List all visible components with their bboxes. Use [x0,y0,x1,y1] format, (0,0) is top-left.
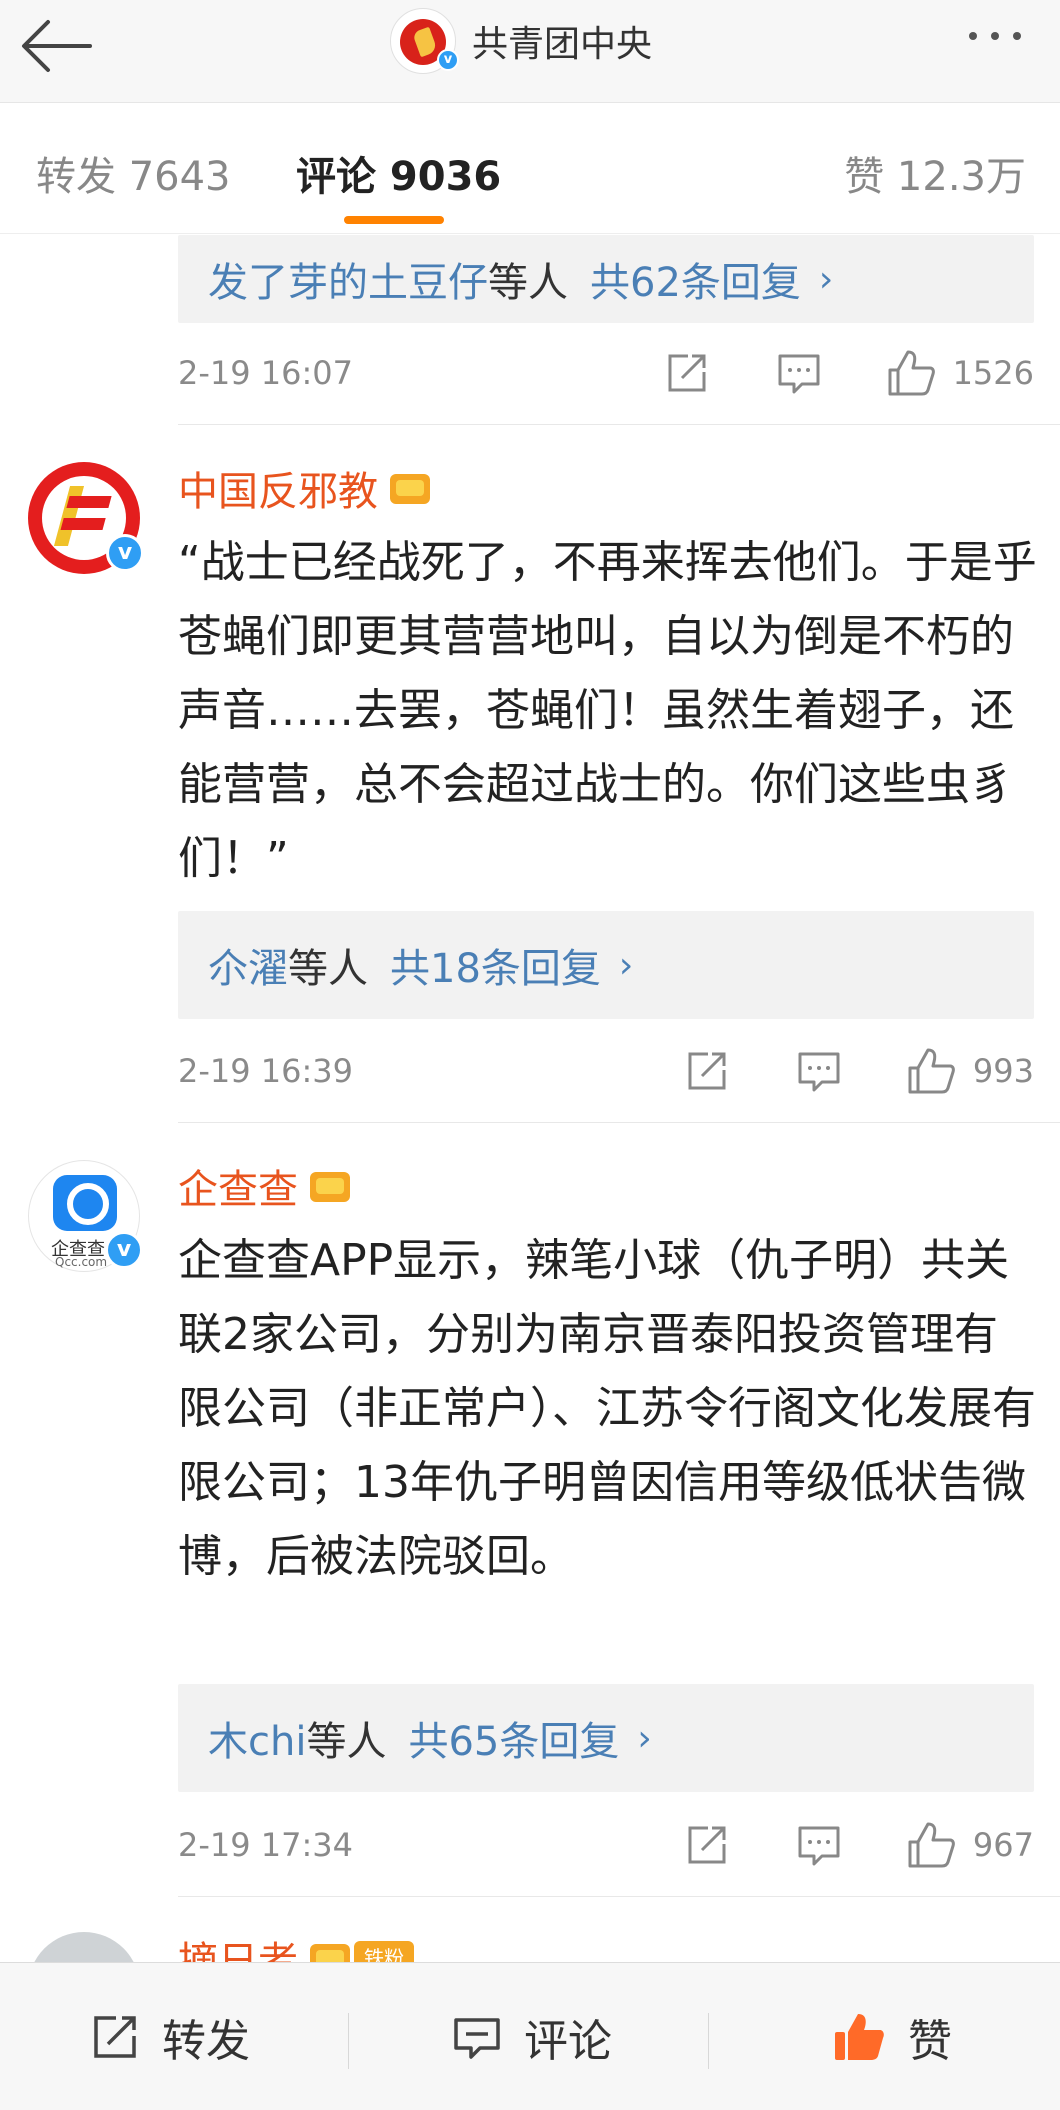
comment-username[interactable]: 中国反邪教 [178,460,432,516]
reply-summary[interactable]: 发了芽的土豆仔 等人 共62条回复 › [178,235,1034,323]
thumbs-up-icon[interactable] [886,348,936,398]
repost-button[interactable]: 转发 [90,1963,250,2110]
repost-icon [94,2016,136,2058]
page-title: 共青团中央 [472,24,653,65]
reply-suffix: 等人 [306,1719,387,1765]
crown-icon [388,470,432,506]
reply-summary[interactable]: 木chi 等人 共65条回复 › [178,1684,1034,1792]
comment-meta: 2-19 17:34 967 [178,1816,1034,1876]
chevron-right-icon: › [637,1717,652,1759]
comment-button[interactable]: 评论 [452,1963,612,2110]
back-button[interactable] [18,12,98,80]
comment-text: “战士已经战死了，不再来挥去他们。于是乎苍蝇们即更其营营地叫，自以为倒是不朽的声… [178,537,1037,884]
comment-divider [178,1122,1060,1123]
qcc-logo [53,1175,117,1231]
comment-divider [178,424,1060,425]
like-count: 1526 [952,354,1034,392]
thumbs-up-icon[interactable] [906,1820,956,1870]
comment-icon[interactable] [796,1048,842,1094]
active-tab-indicator [344,216,444,224]
tab-like[interactable]: 赞 12.3万 [844,144,1026,202]
comment-time: 2-19 17:34 [178,1826,354,1864]
comment-label: 评论 [524,2016,612,2067]
crown-icon [308,1168,352,1204]
more-options-button[interactable] [962,16,1042,56]
like-button[interactable]: 赞 [832,1963,952,2110]
tab-comment[interactable]: 评论 9036 [296,144,501,202]
verified-icon: v [106,534,144,572]
thumbs-up-icon[interactable] [906,1046,956,1096]
divider [708,2013,709,2069]
share-icon[interactable] [684,1048,730,1094]
comment-icon[interactable] [796,1822,842,1868]
more-dots-icon [969,32,977,40]
comment-divider [178,1896,1060,1897]
reply-names[interactable]: 发了芽的土豆仔 [208,250,488,308]
title-area: v 共青团中央 [390,6,652,76]
reply-summary[interactable]: 尒濯 等人 共18条回复 › [178,911,1034,1019]
comment-username[interactable]: 企查查 [178,1158,352,1214]
arrow-left-icon [22,20,92,72]
tab-repost[interactable]: 转发 7643 [36,144,231,202]
comment-time: 2-19 16:07 [178,354,354,392]
share-icon[interactable] [684,1822,730,1868]
reply-count[interactable]: 共18条回复 [390,936,601,994]
reply-count[interactable]: 共65条回复 [408,1709,619,1767]
user-avatar[interactable]: 企查查 Qcc.com v [28,1160,143,1272]
author-avatar[interactable]: v [390,8,459,74]
repost-label: 转发 [162,2016,250,2067]
comment-icon[interactable] [776,350,822,396]
comment-icon [454,2018,500,2059]
top-nav-bar: v 共青团中央 [0,0,1060,103]
like-count: 993 [972,1052,1034,1090]
share-icon[interactable] [664,350,710,396]
verified-icon: v [437,49,459,71]
reply-names[interactable]: 木chi [208,1709,306,1767]
verified-icon: v [105,1231,143,1269]
like-label: 赞 [908,2016,952,2067]
reply-suffix: 等人 [488,260,568,306]
reply-names[interactable]: 尒濯 [208,936,288,994]
divider [348,2013,349,2069]
reply-count[interactable]: 共62条回复 [590,250,801,308]
chevron-right-icon: › [818,258,834,300]
thumbs-up-filled-icon [835,2014,884,2060]
avatar-subtext: Qcc.com [55,1255,108,1269]
comment-text: 企查查APP显示，辣笔小球（仇子明）共关联2家公司，分别为南京晋泰阳投资管理有限… [178,1235,1036,1582]
user-avatar[interactable]: v [28,462,144,574]
like-count: 967 [972,1826,1034,1864]
bottom-action-bar: 转发 评论 赞 [0,1962,1060,2110]
comment-time: 2-19 16:39 [178,1052,354,1090]
tab-bar: 转发 7643 评论 9036 赞 12.3万 [0,104,1060,234]
comment-meta: 2-19 16:39 993 [178,1042,1034,1102]
reply-suffix: 等人 [288,946,368,992]
comment-meta: 2-19 16:07 1526 [178,344,1034,404]
chevron-right-icon: › [618,944,634,986]
